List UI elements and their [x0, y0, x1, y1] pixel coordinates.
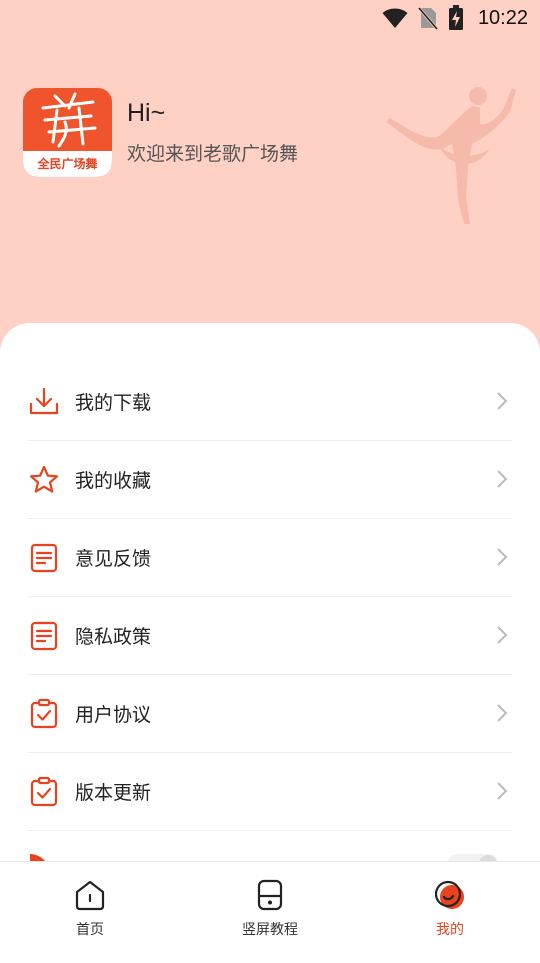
home-icon — [75, 880, 105, 911]
download-icon — [29, 387, 59, 414]
menu-item-label: 我的收藏 — [75, 470, 152, 492]
tab-label: 竖屏教程 — [242, 922, 298, 938]
greeting-text: Hi~ — [127, 99, 166, 127]
clipboard-check-icon — [30, 776, 58, 806]
no-sim-icon — [417, 7, 438, 30]
tab-vertical-tutorial[interactable]: 竖屏教程 — [180, 862, 360, 961]
document-icon — [30, 621, 58, 650]
tab-label: 我的 — [436, 922, 464, 938]
menu-item-privacy-policy[interactable]: 隐私政策 — [28, 597, 512, 675]
status-time: 10:22 — [477, 6, 528, 29]
bottom-tab-bar: 首页 竖屏教程 我的 — [0, 861, 540, 961]
chevron-right-icon — [497, 392, 508, 410]
wifi-icon — [382, 8, 408, 28]
chevron-right-icon — [497, 548, 508, 566]
dancer-silhouette-icon — [386, 87, 516, 224]
star-icon — [29, 465, 59, 493]
chevron-right-icon — [497, 470, 508, 488]
chevron-right-icon — [497, 626, 508, 644]
clipboard-check-icon — [30, 698, 58, 728]
menu-list: 我的下载 我的收藏 意见反馈 隐私政策 用户协议 版本更新 — [28, 363, 512, 831]
profile-header: 全民广场舞 Hi~ 欢迎来到老歌广场舞 — [23, 88, 298, 177]
dance-logo-glyph — [41, 92, 97, 148]
app-logo: 全民广场舞 — [23, 88, 112, 177]
menu-item-downloads[interactable]: 我的下载 — [28, 363, 512, 441]
tab-home[interactable]: 首页 — [0, 862, 180, 961]
document-icon — [30, 543, 58, 572]
menu-item-feedback[interactable]: 意见反馈 — [28, 519, 512, 597]
battery-charging-icon — [448, 5, 463, 30]
menu-item-label: 隐私政策 — [75, 626, 152, 648]
chevron-right-icon — [497, 782, 508, 800]
tab-label: 首页 — [76, 922, 104, 938]
tab-mine[interactable]: 我的 — [360, 862, 540, 961]
menu-item-favorites[interactable]: 我的收藏 — [28, 441, 512, 519]
welcome-text: 欢迎来到老歌广场舞 — [127, 143, 299, 165]
menu-item-label: 用户协议 — [75, 704, 152, 726]
app-logo-text: 全民广场舞 — [37, 157, 98, 171]
menu-item-label: 意见反馈 — [75, 548, 152, 570]
chevron-right-icon — [497, 704, 508, 722]
menu-item-label: 版本更新 — [75, 782, 152, 804]
profile-icon — [434, 880, 464, 909]
menu-item-label: 我的下载 — [75, 392, 152, 414]
status-bar: 10:22 — [0, 0, 540, 36]
menu-item-user-agreement[interactable]: 用户协议 — [28, 675, 512, 753]
menu-item-version-update[interactable]: 版本更新 — [28, 753, 512, 831]
phone-icon — [257, 879, 283, 911]
